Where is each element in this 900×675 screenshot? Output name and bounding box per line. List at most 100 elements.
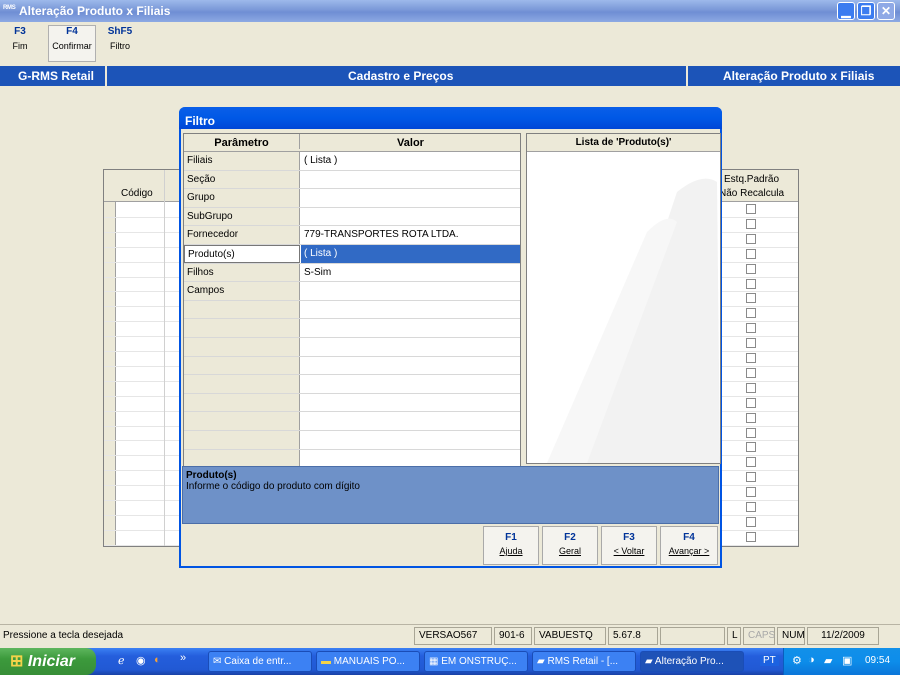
- filtro-button[interactable]: ShF5 Filtro: [104, 26, 136, 62]
- nao-recalcula-checkbox[interactable]: [746, 382, 756, 393]
- parameter-value-cell[interactable]: [301, 282, 520, 300]
- nao-recalcula-checkbox[interactable]: [746, 367, 756, 378]
- nao-recalcula-checkbox[interactable]: [746, 293, 756, 304]
- geral-button[interactable]: F2 Geral: [542, 526, 598, 565]
- window-title-bar[interactable]: RMS Alteração Produto x Filiais ▁ ❐ ✕: [0, 0, 900, 22]
- nao-recalcula-checkbox[interactable]: [746, 502, 756, 512]
- nao-recalcula-checkbox[interactable]: [746, 412, 756, 423]
- nao-recalcula-checkbox[interactable]: [746, 204, 756, 214]
- network-icon[interactable]: ⚙: [792, 654, 802, 667]
- parameter-name-cell: Produto(s): [184, 244, 300, 263]
- parameter-value-cell[interactable]: [301, 412, 520, 430]
- parameter-value-cell[interactable]: ( Lista ): [301, 152, 520, 170]
- parameter-name-cell: [184, 430, 300, 449]
- quicklaunch-more-icon[interactable]: »: [180, 652, 186, 664]
- col-estq-padrao: Estq.Padrão: [724, 174, 780, 185]
- parameter-name-cell: [184, 375, 300, 393]
- parameter-row[interactable]: [184, 412, 520, 431]
- media-icon[interactable]: ◐: [154, 654, 161, 666]
- parameter-row[interactable]: [184, 430, 520, 450]
- clock[interactable]: 09:54: [865, 655, 890, 666]
- parameter-value-cell[interactable]: [301, 171, 520, 189]
- fim-button[interactable]: F3 Fim: [6, 26, 34, 62]
- quicklaunch-icon[interactable]: ◉: [136, 654, 146, 667]
- close-icon[interactable]: ✕: [877, 2, 895, 20]
- nao-recalcula-checkbox[interactable]: [746, 427, 756, 438]
- parameter-value-cell[interactable]: [301, 338, 520, 356]
- dialog-body: Parâmetro Valor Filiais( Lista ) Seção Gru…: [181, 129, 721, 566]
- nao-recalcula-checkbox[interactable]: [746, 516, 756, 527]
- parameter-row[interactable]: [184, 393, 520, 413]
- nao-recalcula-checkbox[interactable]: [746, 278, 756, 289]
- parameter-value-cell[interactable]: [301, 319, 520, 337]
- nao-recalcula-checkbox[interactable]: [746, 397, 756, 408]
- task-icon: ✉: [213, 656, 225, 667]
- parameter-value-cell[interactable]: [301, 450, 520, 468]
- parameter-value-cell[interactable]: [301, 208, 520, 226]
- taskbar-item-rms-retail[interactable]: ▰ RMS Retail - [...: [532, 651, 636, 672]
- nao-recalcula-checkbox[interactable]: [746, 472, 756, 483]
- parameter-value-cell[interactable]: 779-TRANSPORTES ROTA LTDA.: [301, 226, 520, 244]
- parameter-row[interactable]: Produto(s)( Lista ): [184, 244, 520, 264]
- parameter-row[interactable]: [184, 300, 520, 320]
- parameter-row[interactable]: [184, 319, 520, 338]
- nao-recalcula-checkbox[interactable]: [746, 248, 756, 259]
- nao-recalcula-checkbox[interactable]: [746, 457, 756, 468]
- nao-recalcula-checkbox[interactable]: [746, 531, 756, 542]
- start-button[interactable]: ⊞ Iniciar: [0, 648, 96, 675]
- restore-icon[interactable]: ❐: [857, 2, 875, 20]
- taskbar-item-caixa[interactable]: ✉ Caixa de entr...: [208, 651, 312, 672]
- parameter-value-cell[interactable]: [301, 189, 520, 207]
- taskbar-item-manuais[interactable]: ▬ MANUAIS PO...: [316, 651, 420, 672]
- parameter-row[interactable]: [184, 375, 520, 394]
- confirmar-button[interactable]: F4 Confirmar: [48, 25, 96, 62]
- parameter-value-cell[interactable]: [301, 375, 520, 393]
- folder-icon: ▬: [321, 656, 334, 667]
- dialog-title: Filtro: [179, 107, 722, 129]
- parameter-name-cell: [184, 356, 300, 375]
- taskbar-item-alteracao[interactable]: ▰ Alteração Pro...: [640, 651, 744, 672]
- nao-recalcula-checkbox[interactable]: [746, 308, 756, 319]
- taskbar-item-word[interactable]: ▦ EM ONSTRUÇ...: [424, 651, 528, 672]
- filtro-key: ShF5: [107, 26, 133, 37]
- parameter-row[interactable]: Filiais( Lista ): [184, 152, 520, 171]
- hint-title: Produto(s): [186, 470, 237, 481]
- nao-recalcula-checkbox[interactable]: [746, 263, 756, 274]
- nao-recalcula-checkbox[interactable]: [746, 353, 756, 363]
- parameter-value-cell[interactable]: [301, 357, 520, 375]
- ie-icon[interactable]: ℯ: [118, 654, 125, 667]
- produtos-list-panel[interactable]: Lista de 'Produto(s)': [526, 133, 721, 464]
- tray-app-icon[interactable]: ◑: [808, 654, 815, 666]
- parameter-row[interactable]: [184, 356, 520, 376]
- ajuda-key: F1: [505, 532, 517, 543]
- tray-rms-icon[interactable]: ▰: [824, 654, 832, 667]
- parameter-row[interactable]: [184, 337, 520, 357]
- parameter-row[interactable]: Seção: [184, 170, 520, 190]
- parameter-row[interactable]: SubGrupo: [184, 207, 520, 227]
- parameter-value-cell[interactable]: [301, 394, 520, 412]
- nao-recalcula-checkbox[interactable]: [746, 218, 756, 229]
- parameter-row[interactable]: Campos: [184, 282, 520, 301]
- parameter-table[interactable]: Parâmetro Valor Filiais( Lista ) Seção Gru…: [183, 133, 521, 470]
- parameter-row[interactable]: Filhos S-Sim: [184, 263, 520, 283]
- language-indicator[interactable]: PT: [760, 655, 779, 666]
- app-icon: RMS: [3, 5, 16, 11]
- ajuda-button[interactable]: F1 Ajuda: [483, 526, 539, 565]
- nao-recalcula-checkbox[interactable]: [746, 338, 756, 349]
- nao-recalcula-checkbox[interactable]: [746, 233, 756, 244]
- parameter-row[interactable]: Grupo: [184, 189, 520, 208]
- tray-security-icon[interactable]: ▣: [842, 654, 852, 667]
- parameter-value-cell[interactable]: ( Lista ): [301, 244, 520, 263]
- nao-recalcula-checkbox[interactable]: [746, 442, 756, 453]
- parameter-value-cell[interactable]: S-Sim: [301, 264, 520, 282]
- fim-label: Fim: [12, 41, 28, 51]
- parameter-value-cell[interactable]: [301, 431, 520, 449]
- parameter-row[interactable]: Fornecedor 779-TRANSPORTES ROTA LTDA.: [184, 226, 520, 245]
- avancar-button[interactable]: F4 Avançar >: [660, 526, 718, 565]
- nao-recalcula-checkbox[interactable]: [746, 323, 756, 334]
- parameter-value-cell[interactable]: [301, 301, 520, 319]
- minimize-icon[interactable]: ▁: [837, 2, 855, 20]
- voltar-button[interactable]: F3 < Voltar: [601, 526, 657, 565]
- window-title: Alteração Produto x Filiais: [19, 4, 171, 18]
- nao-recalcula-checkbox[interactable]: [746, 487, 756, 498]
